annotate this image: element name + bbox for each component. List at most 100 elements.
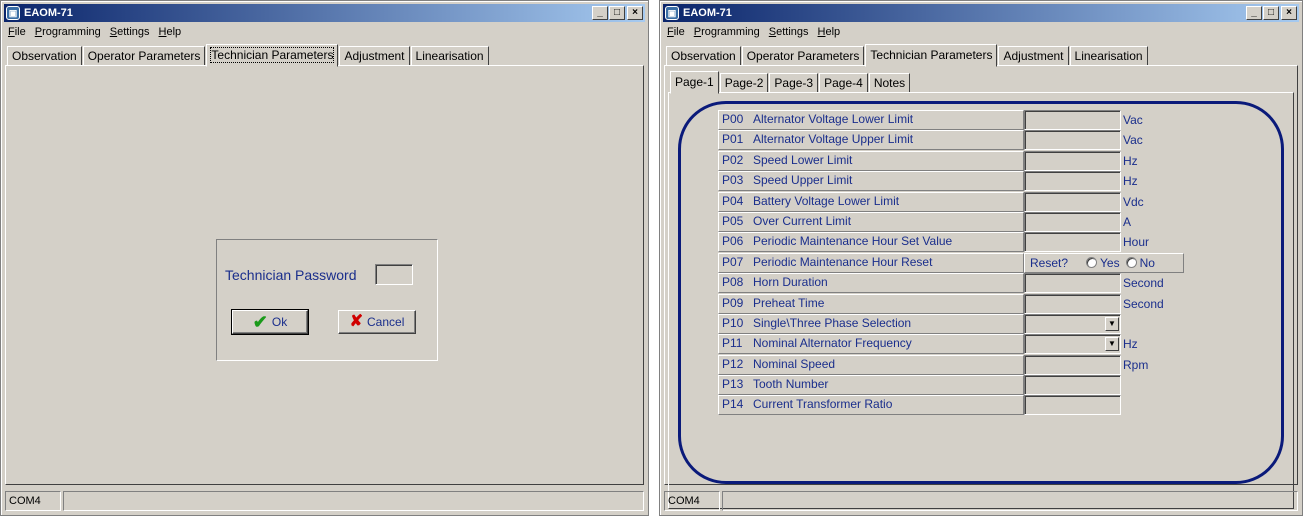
param-input[interactable]: [1024, 150, 1121, 171]
ok-button[interactable]: ✔ Ok: [231, 309, 309, 335]
tab-linearisation[interactable]: Linearisation: [1069, 46, 1148, 66]
left-window: ▣ EAOM-71 _ □ × File Programming Setting…: [0, 0, 649, 516]
tab-operator-parameters[interactable]: Operator Parameters: [82, 46, 206, 66]
param-row-p09: P09 Preheat Time Second: [718, 293, 1238, 314]
tab-page-3[interactable]: Page-3: [769, 73, 819, 93]
param-name: Speed Upper Limit: [753, 173, 853, 188]
param-row-p13: P13 Tooth Number: [718, 375, 1238, 396]
check-icon: ✔: [252, 312, 268, 332]
tab-observation[interactable]: Observation: [7, 46, 82, 66]
title-bar[interactable]: ▣ EAOM-71 _ □ ×: [663, 4, 1299, 22]
param-reset-group: Reset? Yes No: [1024, 252, 1184, 273]
param-name: Speed Lower Limit: [753, 152, 853, 167]
param-input[interactable]: [1024, 293, 1121, 314]
param-name: Alternator Voltage Lower Limit: [753, 112, 914, 126]
param-input[interactable]: [1024, 375, 1121, 396]
radio-no-label[interactable]: No: [1140, 256, 1155, 270]
title-bar[interactable]: ▣ EAOM-71 _ □ ×: [4, 4, 645, 22]
param-code: P01: [722, 132, 744, 147]
chevron-down-icon[interactable]: ▼: [1105, 316, 1119, 331]
param-row-p05: P05 Over Current Limit A: [718, 211, 1238, 232]
param-name: Battery Voltage Lower Limit: [753, 193, 900, 208]
menu-settings[interactable]: Settings: [766, 26, 815, 38]
minimize-button[interactable]: _: [1246, 6, 1262, 20]
param-input[interactable]: [1024, 110, 1121, 130]
status-bar: COM4: [664, 491, 1298, 511]
password-dialog: Technician Password ✔ Ok ✘ Cancel: [216, 239, 438, 361]
chevron-down-icon[interactable]: ▼: [1105, 337, 1119, 352]
tab-technician-parameters[interactable]: Technician Parameters: [865, 44, 998, 67]
param-input[interactable]: [1024, 130, 1121, 151]
menu-help[interactable]: Help: [815, 26, 847, 38]
param-row-p00: P00 Alternator Voltage Lower Limit Vac: [718, 110, 1238, 130]
param-code: P05: [722, 213, 744, 228]
tab-technician-parameters[interactable]: Technician Parameters: [206, 44, 339, 67]
param-unit: Second: [1123, 276, 1164, 291]
param-row-p10: P10 Single\Three Phase Selection ▼: [718, 313, 1238, 334]
menu-bar: File Programming Settings Help: [664, 23, 846, 41]
param-row-p01: P01 Alternator Voltage Upper Limit Vac: [718, 130, 1238, 151]
param-name: Nominal Alternator Frequency: [753, 336, 912, 351]
reset-label: Reset?: [1030, 255, 1069, 270]
tab-page-2[interactable]: Page-2: [719, 73, 769, 93]
param-code: P14: [722, 397, 744, 412]
param-code: P10: [722, 315, 744, 330]
param-row-p07: P07 Periodic Maintenance Hour Reset Reset?…: [718, 252, 1238, 273]
maximize-button[interactable]: □: [1263, 6, 1279, 20]
param-code: P06: [722, 234, 744, 249]
param-unit: Vdc: [1123, 194, 1144, 209]
password-input[interactable]: [375, 264, 413, 285]
param-row-p06: P06 Periodic Maintenance Hour Set Value Ho…: [718, 232, 1238, 253]
window-title: EAOM-71: [24, 7, 73, 19]
menu-file[interactable]: File: [664, 26, 691, 38]
param-unit: Vac: [1123, 133, 1143, 148]
tab-adjustment[interactable]: Adjustment: [339, 46, 410, 66]
param-input[interactable]: [1024, 211, 1121, 232]
radio-no[interactable]: [1125, 257, 1137, 269]
page-tabs: Page-1 Page-2 Page-3 Page-4 Notes: [670, 71, 911, 94]
param-input[interactable]: [1024, 232, 1121, 253]
tab-observation[interactable]: Observation: [666, 46, 741, 66]
param-select[interactable]: ▼: [1024, 313, 1121, 334]
param-code: P07: [722, 254, 744, 269]
tab-page-1[interactable]: Page-1: [670, 71, 719, 94]
param-unit: A: [1123, 214, 1132, 229]
tab-operator-parameters[interactable]: Operator Parameters: [741, 46, 865, 66]
app-icon[interactable]: ▣: [6, 6, 20, 20]
close-button[interactable]: ×: [627, 6, 643, 20]
cancel-button[interactable]: ✘ Cancel: [338, 310, 416, 334]
status-bar: COM4: [5, 491, 644, 511]
param-input[interactable]: [1024, 191, 1121, 212]
param-code: P09: [722, 295, 744, 310]
status-port: COM4: [5, 491, 61, 511]
minimize-button[interactable]: _: [592, 6, 608, 20]
x-icon: ✘: [349, 313, 364, 330]
param-name: Current Transformer Ratio: [753, 397, 893, 412]
menu-file[interactable]: File: [5, 26, 32, 38]
tab-notes[interactable]: Notes: [868, 73, 911, 93]
param-input[interactable]: [1024, 354, 1121, 375]
maximize-button[interactable]: □: [609, 6, 625, 20]
menu-programming[interactable]: Programming: [691, 26, 766, 38]
menu-programming[interactable]: Programming: [32, 26, 107, 38]
right-window: ▣ EAOM-71 _ □ × File Programming Setting…: [659, 0, 1303, 516]
radio-yes-label[interactable]: Yes: [1100, 256, 1120, 270]
tab-adjustment[interactable]: Adjustment: [998, 46, 1069, 66]
radio-yes[interactable]: [1086, 257, 1098, 269]
param-unit: Rpm: [1123, 357, 1149, 372]
param-unit: Hour: [1123, 235, 1150, 250]
param-input[interactable]: [1024, 395, 1121, 416]
tab-page-4[interactable]: Page-4: [819, 73, 868, 93]
param-input[interactable]: [1024, 171, 1121, 192]
close-button[interactable]: ×: [1281, 6, 1297, 20]
param-code: P04: [722, 193, 744, 208]
menu-settings[interactable]: Settings: [107, 26, 156, 38]
tab-linearisation[interactable]: Linearisation: [410, 46, 489, 66]
param-name: Alternator Voltage Upper Limit: [753, 132, 914, 147]
param-select[interactable]: ▼: [1024, 334, 1121, 355]
app-icon[interactable]: ▣: [665, 6, 679, 20]
param-code: P13: [722, 377, 744, 392]
param-input[interactable]: [1024, 273, 1121, 294]
menu-help[interactable]: Help: [156, 26, 188, 38]
param-row-p11: P11 Nominal Alternator Frequency ▼ Hz: [718, 334, 1238, 355]
